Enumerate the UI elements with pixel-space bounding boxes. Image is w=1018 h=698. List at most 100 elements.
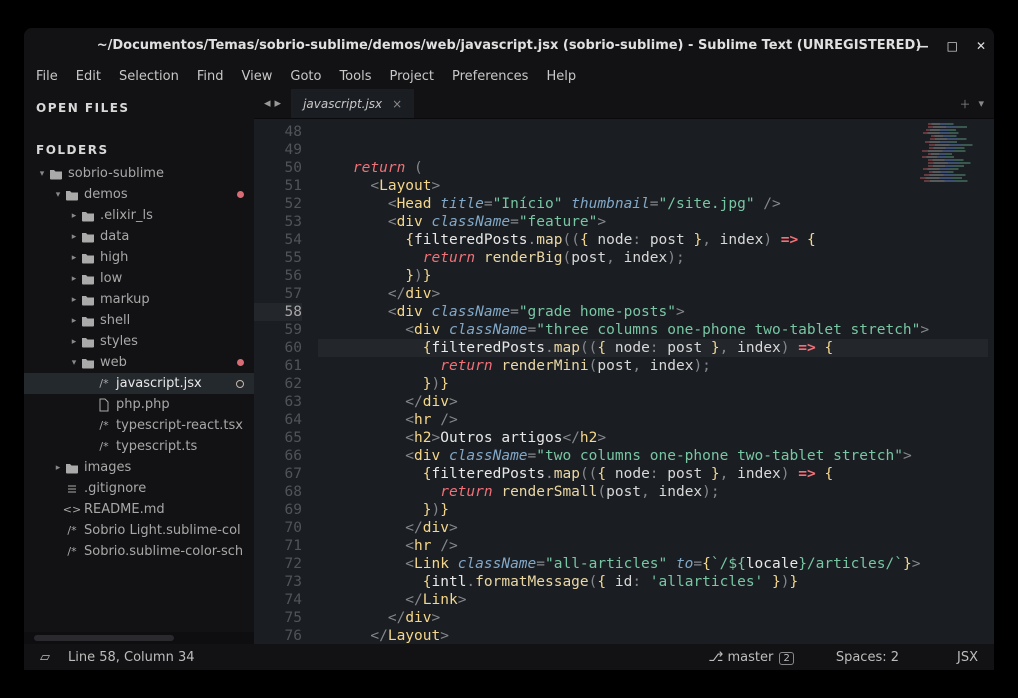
code-line[interactable]: return renderMini(post, index); bbox=[318, 357, 988, 375]
code-line[interactable]: <h2>Outros artigos</h2> bbox=[318, 429, 988, 447]
code-line[interactable]: return ( bbox=[318, 159, 988, 177]
menu-view[interactable]: View bbox=[242, 69, 273, 84]
code-line[interactable]: })} bbox=[318, 267, 988, 285]
menu-tools[interactable]: Tools bbox=[339, 69, 371, 84]
code-line[interactable]: <Link className="all-articles" to={`/${l… bbox=[318, 555, 988, 573]
tab-close-icon[interactable]: × bbox=[392, 97, 402, 111]
close-button[interactable]: ✕ bbox=[976, 39, 986, 53]
tree-item[interactable]: /*javascript.jsx bbox=[24, 373, 254, 394]
tree-item[interactable]: ▸styles bbox=[24, 331, 254, 352]
code-line[interactable]: </div> bbox=[318, 285, 988, 303]
tree-item[interactable]: ▸images bbox=[24, 457, 254, 478]
code-line[interactable]: </Layout> bbox=[318, 627, 988, 644]
twisty-icon[interactable]: ▸ bbox=[68, 211, 80, 221]
tree-item[interactable]: ▾ web bbox=[24, 352, 254, 373]
code-line[interactable]: })} bbox=[318, 501, 988, 519]
modified-dot-icon bbox=[237, 191, 244, 198]
twisty-icon[interactable]: ▸ bbox=[68, 337, 80, 347]
editor-area: ◂ ▸ javascript.jsx × ＋ ▾ 484950515253545… bbox=[254, 89, 994, 644]
line-number: 55 bbox=[254, 249, 302, 267]
new-tab-icon[interactable]: ＋ bbox=[959, 96, 970, 112]
code-line[interactable]: <Head title="Início" thumbnail="/site.jp… bbox=[318, 195, 988, 213]
code-line[interactable]: <div className="grade home-posts"> bbox=[318, 303, 988, 321]
code-line[interactable]: <hr /> bbox=[318, 537, 988, 555]
twisty-icon[interactable]: ▸ bbox=[52, 463, 64, 473]
minimize-button[interactable]: — bbox=[917, 39, 929, 53]
tab-prev-icon[interactable]: ◂ bbox=[264, 96, 271, 111]
tree-item[interactable]: /*typescript.ts bbox=[24, 436, 254, 457]
tab-next-icon[interactable]: ▸ bbox=[275, 96, 282, 111]
twisty-icon[interactable]: ▸ bbox=[68, 253, 80, 263]
tree-item[interactable]: php.php bbox=[24, 394, 254, 415]
twisty-icon[interactable]: ▾ bbox=[52, 190, 64, 200]
code-line[interactable]: })} bbox=[318, 375, 988, 393]
code-line[interactable]: <div className="feature"> bbox=[318, 213, 988, 231]
twisty-icon[interactable]: ▸ bbox=[68, 295, 80, 305]
tree-item[interactable]: /*Sobrio.sublime-color-sch bbox=[24, 541, 254, 562]
code-line[interactable]: {filteredPosts.map(({ node: post }, inde… bbox=[318, 465, 988, 483]
code-line[interactable]: {filteredPosts.map(({ node: post }, inde… bbox=[318, 231, 988, 249]
code-line[interactable]: return renderBig(post, index); bbox=[318, 249, 988, 267]
tree-item[interactable]: ▾sobrio-sublime bbox=[24, 163, 254, 184]
line-number: 76 bbox=[254, 627, 302, 645]
menu-preferences[interactable]: Preferences bbox=[452, 69, 528, 84]
twisty-icon[interactable]: ▸ bbox=[68, 232, 80, 242]
tree-item[interactable]: .gitignore bbox=[24, 478, 254, 499]
menu-file[interactable]: File bbox=[36, 69, 58, 84]
tree-item[interactable]: ▸data bbox=[24, 226, 254, 247]
tree-label: README.md bbox=[84, 502, 165, 517]
tab-dropdown-icon[interactable]: ▾ bbox=[978, 97, 984, 110]
tree-item[interactable]: /*typescript-react.tsx bbox=[24, 415, 254, 436]
code-line[interactable]: return renderSmall(post, index); bbox=[318, 483, 988, 501]
tree-item[interactable]: ▸markup bbox=[24, 289, 254, 310]
menu-find[interactable]: Find bbox=[197, 69, 224, 84]
maximize-button[interactable]: □ bbox=[947, 39, 958, 53]
tree-item[interactable]: ▸shell bbox=[24, 310, 254, 331]
twisty-icon[interactable]: ▾ bbox=[68, 358, 80, 368]
menu-help[interactable]: Help bbox=[546, 69, 576, 84]
folder-icon bbox=[80, 294, 96, 306]
panel-toggle-icon[interactable]: ▱ bbox=[36, 650, 54, 665]
code-line[interactable]: </Link> bbox=[318, 591, 988, 609]
menu-edit[interactable]: Edit bbox=[76, 69, 101, 84]
code-line[interactable]: {filteredPosts.map(({ node: post }, inde… bbox=[318, 339, 988, 357]
tree-label: Sobrio Light.sublime-col bbox=[84, 523, 241, 538]
indentation[interactable]: Spaces: 2 bbox=[832, 650, 903, 665]
twisty-icon[interactable]: ▸ bbox=[68, 274, 80, 284]
menu-project[interactable]: Project bbox=[389, 69, 433, 84]
minimap[interactable] bbox=[920, 123, 990, 183]
tree-item[interactable]: ▾demos bbox=[24, 184, 254, 205]
line-number: 61 bbox=[254, 357, 302, 375]
code-line[interactable]: </div> bbox=[318, 609, 988, 627]
code-line[interactable]: <div className="three columns one-phone … bbox=[318, 321, 988, 339]
code-line[interactable]: <div className="two columns one-phone tw… bbox=[318, 447, 988, 465]
tree-item[interactable]: <>README.md bbox=[24, 499, 254, 520]
code-line[interactable]: </div> bbox=[318, 393, 988, 411]
cursor-position: Line 58, Column 34 bbox=[64, 650, 199, 665]
code-content[interactable]: return ( <Layout> <Head title="Início" t… bbox=[312, 119, 994, 644]
menubar: File Edit Selection Find View Goto Tools Projec… bbox=[24, 63, 994, 89]
tab-javascript-jsx[interactable]: javascript.jsx × bbox=[291, 89, 414, 118]
code-line[interactable]: <Layout> bbox=[318, 177, 988, 195]
menu-goto[interactable]: Goto bbox=[290, 69, 321, 84]
line-number: 52 bbox=[254, 195, 302, 213]
code-line[interactable]: <hr /> bbox=[318, 411, 988, 429]
code-icon: /* bbox=[96, 440, 112, 453]
code-line[interactable]: {intl.formatMessage({ id: 'allarticles' … bbox=[318, 573, 988, 591]
line-number: 50 bbox=[254, 159, 302, 177]
twisty-icon[interactable]: ▾ bbox=[36, 169, 48, 179]
tree-item[interactable]: ▸high bbox=[24, 247, 254, 268]
sidebar-scrollbar[interactable] bbox=[24, 632, 254, 644]
git-branch[interactable]: ⎇ master 2 bbox=[704, 650, 797, 665]
code-line[interactable]: </div> bbox=[318, 519, 988, 537]
code-editor[interactable]: 4849505152535455565758596061626364656667… bbox=[254, 119, 994, 644]
open-files-header: OPEN FILES bbox=[24, 89, 254, 121]
tree-label: web bbox=[100, 355, 127, 370]
folder-icon bbox=[80, 336, 96, 348]
tree-item[interactable]: /*Sobrio Light.sublime-col bbox=[24, 520, 254, 541]
menu-selection[interactable]: Selection bbox=[119, 69, 179, 84]
tree-item[interactable]: ▸low bbox=[24, 268, 254, 289]
syntax-mode[interactable]: JSX bbox=[953, 650, 982, 665]
twisty-icon[interactable]: ▸ bbox=[68, 316, 80, 326]
tree-item[interactable]: ▸.elixir_ls bbox=[24, 205, 254, 226]
